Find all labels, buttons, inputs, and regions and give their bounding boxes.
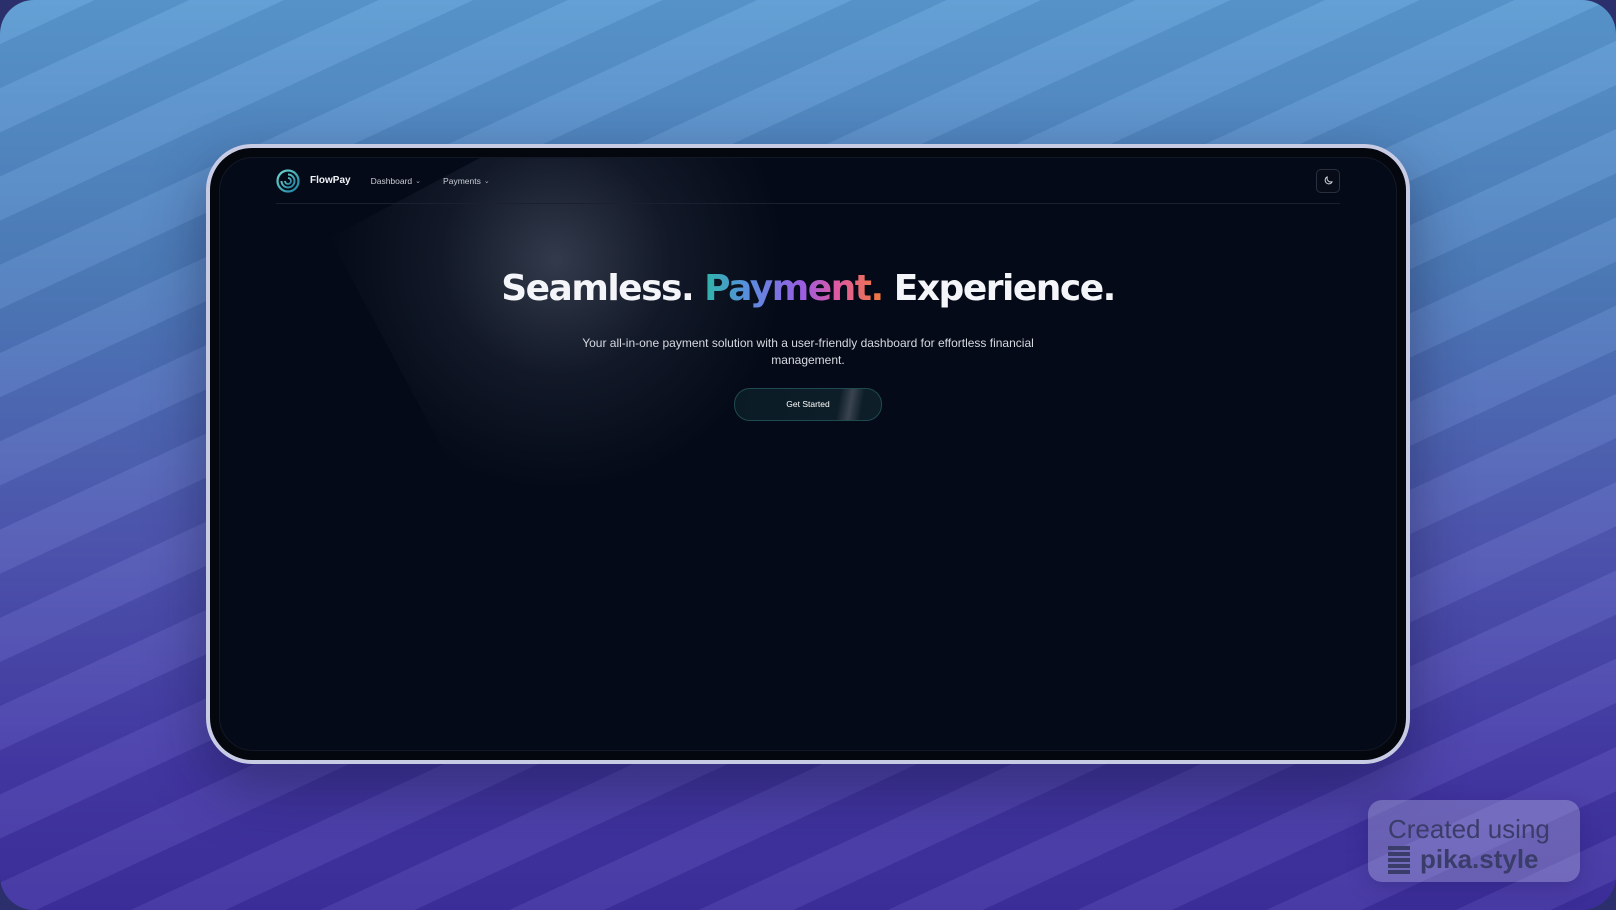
get-started-button[interactable]: Get Started xyxy=(734,388,882,421)
chevron-down-icon: ⌄ xyxy=(415,177,422,185)
chevron-down-icon: ⌄ xyxy=(483,177,490,185)
device-frame: FlowPay Dashboard ⌄ Payments ⌄ Seamless.… xyxy=(206,144,1410,764)
moon-icon xyxy=(1324,176,1333,185)
app-screen: FlowPay Dashboard ⌄ Payments ⌄ Seamless.… xyxy=(219,157,1397,751)
headline-highlight-payment: Payment. xyxy=(704,268,884,309)
nav-payments[interactable]: Payments ⌄ xyxy=(443,176,490,186)
watermark-badge: Created using pika.style xyxy=(1368,800,1580,882)
nav-dashboard[interactable]: Dashboard ⌄ xyxy=(371,176,421,186)
theme-toggle-button[interactable] xyxy=(1316,168,1340,193)
watermark-line2-row: pika.style xyxy=(1388,844,1539,875)
hero-section: Seamless. Payment. Experience. Your all-… xyxy=(220,268,1396,421)
nav-dashboard-label: Dashboard xyxy=(370,175,413,186)
top-navbar: FlowPay Dashboard ⌄ Payments ⌄ xyxy=(276,158,1340,204)
hero-subtitle: Your all-in-one payment solution with a … xyxy=(582,336,1034,367)
device-bezel: FlowPay Dashboard ⌄ Payments ⌄ Seamless.… xyxy=(210,148,1406,760)
brand-name[interactable]: FlowPay xyxy=(310,175,351,186)
flowpay-logo-icon[interactable] xyxy=(276,168,300,193)
background-canvas: FlowPay Dashboard ⌄ Payments ⌄ Seamless.… xyxy=(0,0,1616,910)
hero-headline: Seamless. Payment. Experience. xyxy=(220,268,1396,309)
nav-payments-label: Payments xyxy=(443,175,481,186)
watermark-line2: pika.style xyxy=(1420,844,1539,874)
pika-logo-icon xyxy=(1388,845,1410,874)
headline-part-experience: Experience. xyxy=(893,268,1117,309)
headline-part-seamless: Seamless. xyxy=(501,268,694,309)
watermark-line1: Created using xyxy=(1388,814,1550,844)
